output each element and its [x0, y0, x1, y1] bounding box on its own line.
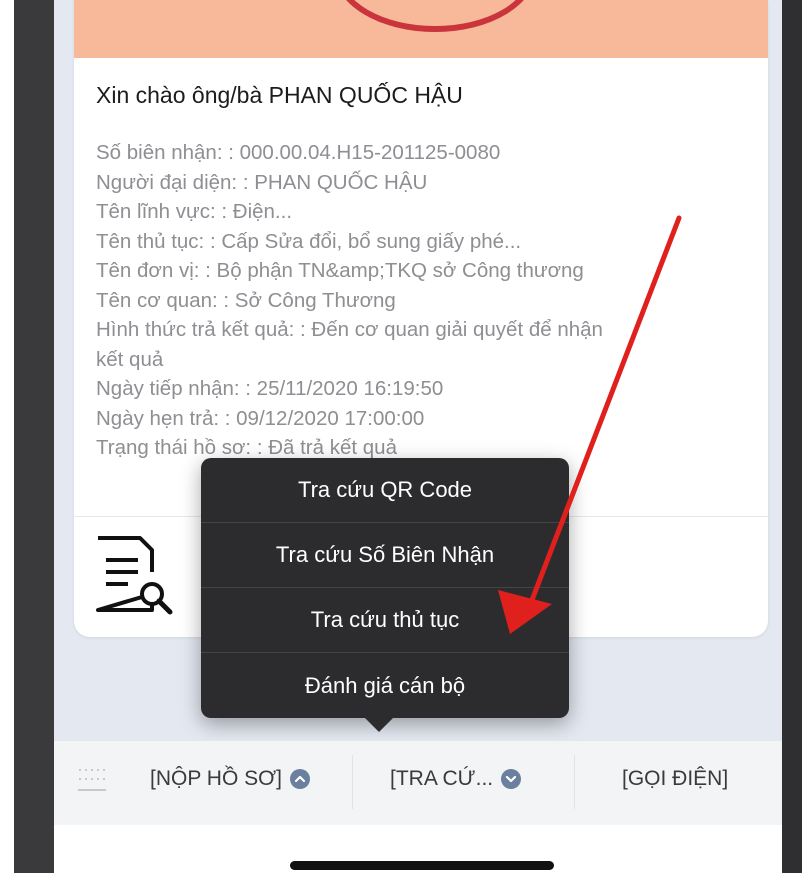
device-bezel-left — [0, 0, 14, 873]
device-frame-right — [782, 0, 802, 873]
dossier-details: Số biên nhận: : 000.00.04.H15-201125-008… — [96, 138, 756, 463]
detail-result-method: Hình thức trả kết quả: : Đến cơ quan giả… — [96, 318, 603, 341]
submit-dossier-button[interactable]: [NỘP HỒ SƠ] — [150, 767, 310, 791]
detail-representative: Người đại diện: : PHAN QUỐC HẬU — [96, 170, 428, 194]
device-frame-left — [14, 0, 54, 873]
menu-item-staff-rating[interactable]: Đánh giá cán bộ — [201, 653, 569, 718]
document-search-icon[interactable] — [94, 532, 176, 620]
detail-received-date: Ngày tiếp nhận: : 25/11/2020 16:19:50 — [96, 377, 444, 400]
app-screen: Xin chào ông/bà PHAN QUỐC HẬU Số biên nh… — [54, 0, 782, 873]
nav-separator — [574, 755, 575, 809]
detail-procedure: Tên thủ tục: : Cấp Sửa đổi, bổ sung giấy… — [96, 229, 522, 253]
nav-separator — [352, 755, 353, 809]
lookup-label: [TRA CỨ... — [390, 767, 494, 790]
detail-unit: Tên đơn vị: : Bộ phận TN&amp;TKQ sở Công… — [96, 259, 584, 282]
home-indicator-area — [54, 825, 782, 873]
call-label: [GỌI ĐIỆN] — [622, 767, 729, 790]
menu-item-qr-lookup[interactable]: Tra cứu QR Code — [201, 458, 569, 523]
grip-dots-icon — [78, 769, 106, 791]
detail-receipt-number: Số biên nhận: : 000.00.04.H15-201125-008… — [96, 141, 501, 164]
popup-pointer — [365, 718, 393, 732]
detail-agency: Tên cơ quan: : Sở Công Thương — [96, 288, 396, 312]
greeting-title: Xin chào ông/bà PHAN QUỐC HẬU — [96, 82, 463, 108]
lookup-popup-menu: Tra cứu QR Code Tra cứu Số Biên Nhận Tra… — [201, 458, 569, 718]
chevron-down-circle-icon — [501, 769, 522, 789]
menu-item-procedure-lookup[interactable]: Tra cứu thủ tục — [201, 588, 569, 653]
detail-result-method-cont: kết quả — [96, 347, 164, 371]
lookup-button[interactable]: [TRA CỨ... — [390, 767, 522, 791]
detail-appointment-date: Ngày hẹn trả: : 09/12/2020 17:00:00 — [96, 406, 425, 430]
detail-field: Tên lĩnh vực: : Điện... — [96, 200, 293, 223]
chevron-up-circle-icon — [289, 769, 310, 789]
card-banner — [74, 0, 768, 58]
menu-item-receipt-lookup[interactable]: Tra cứu Số Biên Nhận — [201, 523, 569, 588]
call-button[interactable]: [GỌI ĐIỆN] — [622, 767, 728, 791]
home-indicator[interactable] — [290, 861, 554, 870]
bottom-action-bar: [NỘP HỒ SƠ] [TRA CỨ... [GỌI ĐIỆN] — [54, 740, 782, 826]
submit-dossier-label: [NỘP HỒ SƠ] — [150, 767, 282, 790]
banner-logo-ring — [334, 0, 536, 32]
